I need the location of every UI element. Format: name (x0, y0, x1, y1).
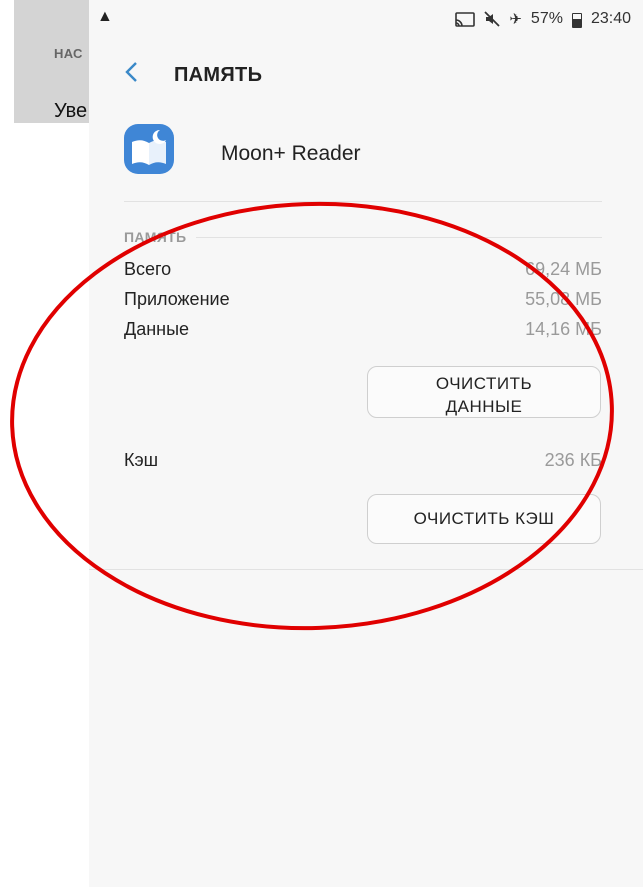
app-bar: ПАМЯТЬ (89, 54, 643, 94)
cast-icon (455, 11, 476, 27)
storage-row-label: Приложение (124, 289, 230, 309)
cache-row: Кэш 236 КБ (124, 450, 602, 476)
clear-data-label-line1: ОЧИСТИТЬ (435, 374, 533, 393)
mute-icon (484, 11, 500, 27)
clear-data-button[interactable]: ОЧИСТИТЬ ДАННЫЕ (367, 366, 601, 418)
battery-percent: 57% (530, 10, 563, 27)
clear-data-label-line2: ДАННЫЕ (445, 397, 523, 416)
storage-section-header: ПАМЯТЬ (124, 227, 602, 247)
app-info-screen: ▲ ✈ 57% 23:40 ПАМЯТЬ Moon+ Reader ПАМЯТЬ… (89, 0, 643, 887)
storage-row-app: Приложение 55,08 МБ (124, 289, 602, 315)
background-section-label: НАС (54, 46, 83, 61)
chevron-left-icon (125, 62, 137, 82)
battery-icon (571, 12, 582, 28)
status-bar: ▲ ✈ 57% 23:40 (89, 0, 643, 40)
clock: 23:40 (590, 10, 631, 27)
section-divider (196, 236, 602, 238)
warning-icon: ▲ (97, 8, 113, 25)
cache-value: 236 КБ (544, 450, 602, 470)
storage-row-label: Данные (124, 319, 190, 339)
storage-row-value: 55,08 МБ (525, 289, 602, 309)
app-header: Moon+ Reader (124, 124, 604, 184)
airplane-icon: ✈ (509, 11, 522, 28)
storage-row-label: Всего (124, 259, 172, 279)
background-list-item: Уве (54, 100, 88, 122)
storage-row-value: 14,16 МБ (525, 319, 602, 339)
storage-row-value: 69,24 МБ (525, 259, 602, 279)
app-name: Moon+ Reader (221, 142, 361, 165)
status-icons: ✈ 57% 23:40 (455, 10, 631, 28)
storage-section-label: ПАМЯТЬ (124, 229, 187, 245)
moon-reader-book-icon (124, 124, 174, 174)
page-title: ПАМЯТЬ (174, 64, 263, 86)
back-button[interactable] (121, 58, 143, 86)
storage-row-total: Всего 69,24 МБ (124, 259, 602, 285)
divider (124, 201, 602, 202)
divider (89, 569, 643, 570)
clear-cache-button[interactable]: ОЧИСТИТЬ КЭШ (367, 494, 601, 544)
storage-row-data: Данные 14,16 МБ (124, 319, 602, 345)
cache-label: Кэш (124, 450, 159, 470)
